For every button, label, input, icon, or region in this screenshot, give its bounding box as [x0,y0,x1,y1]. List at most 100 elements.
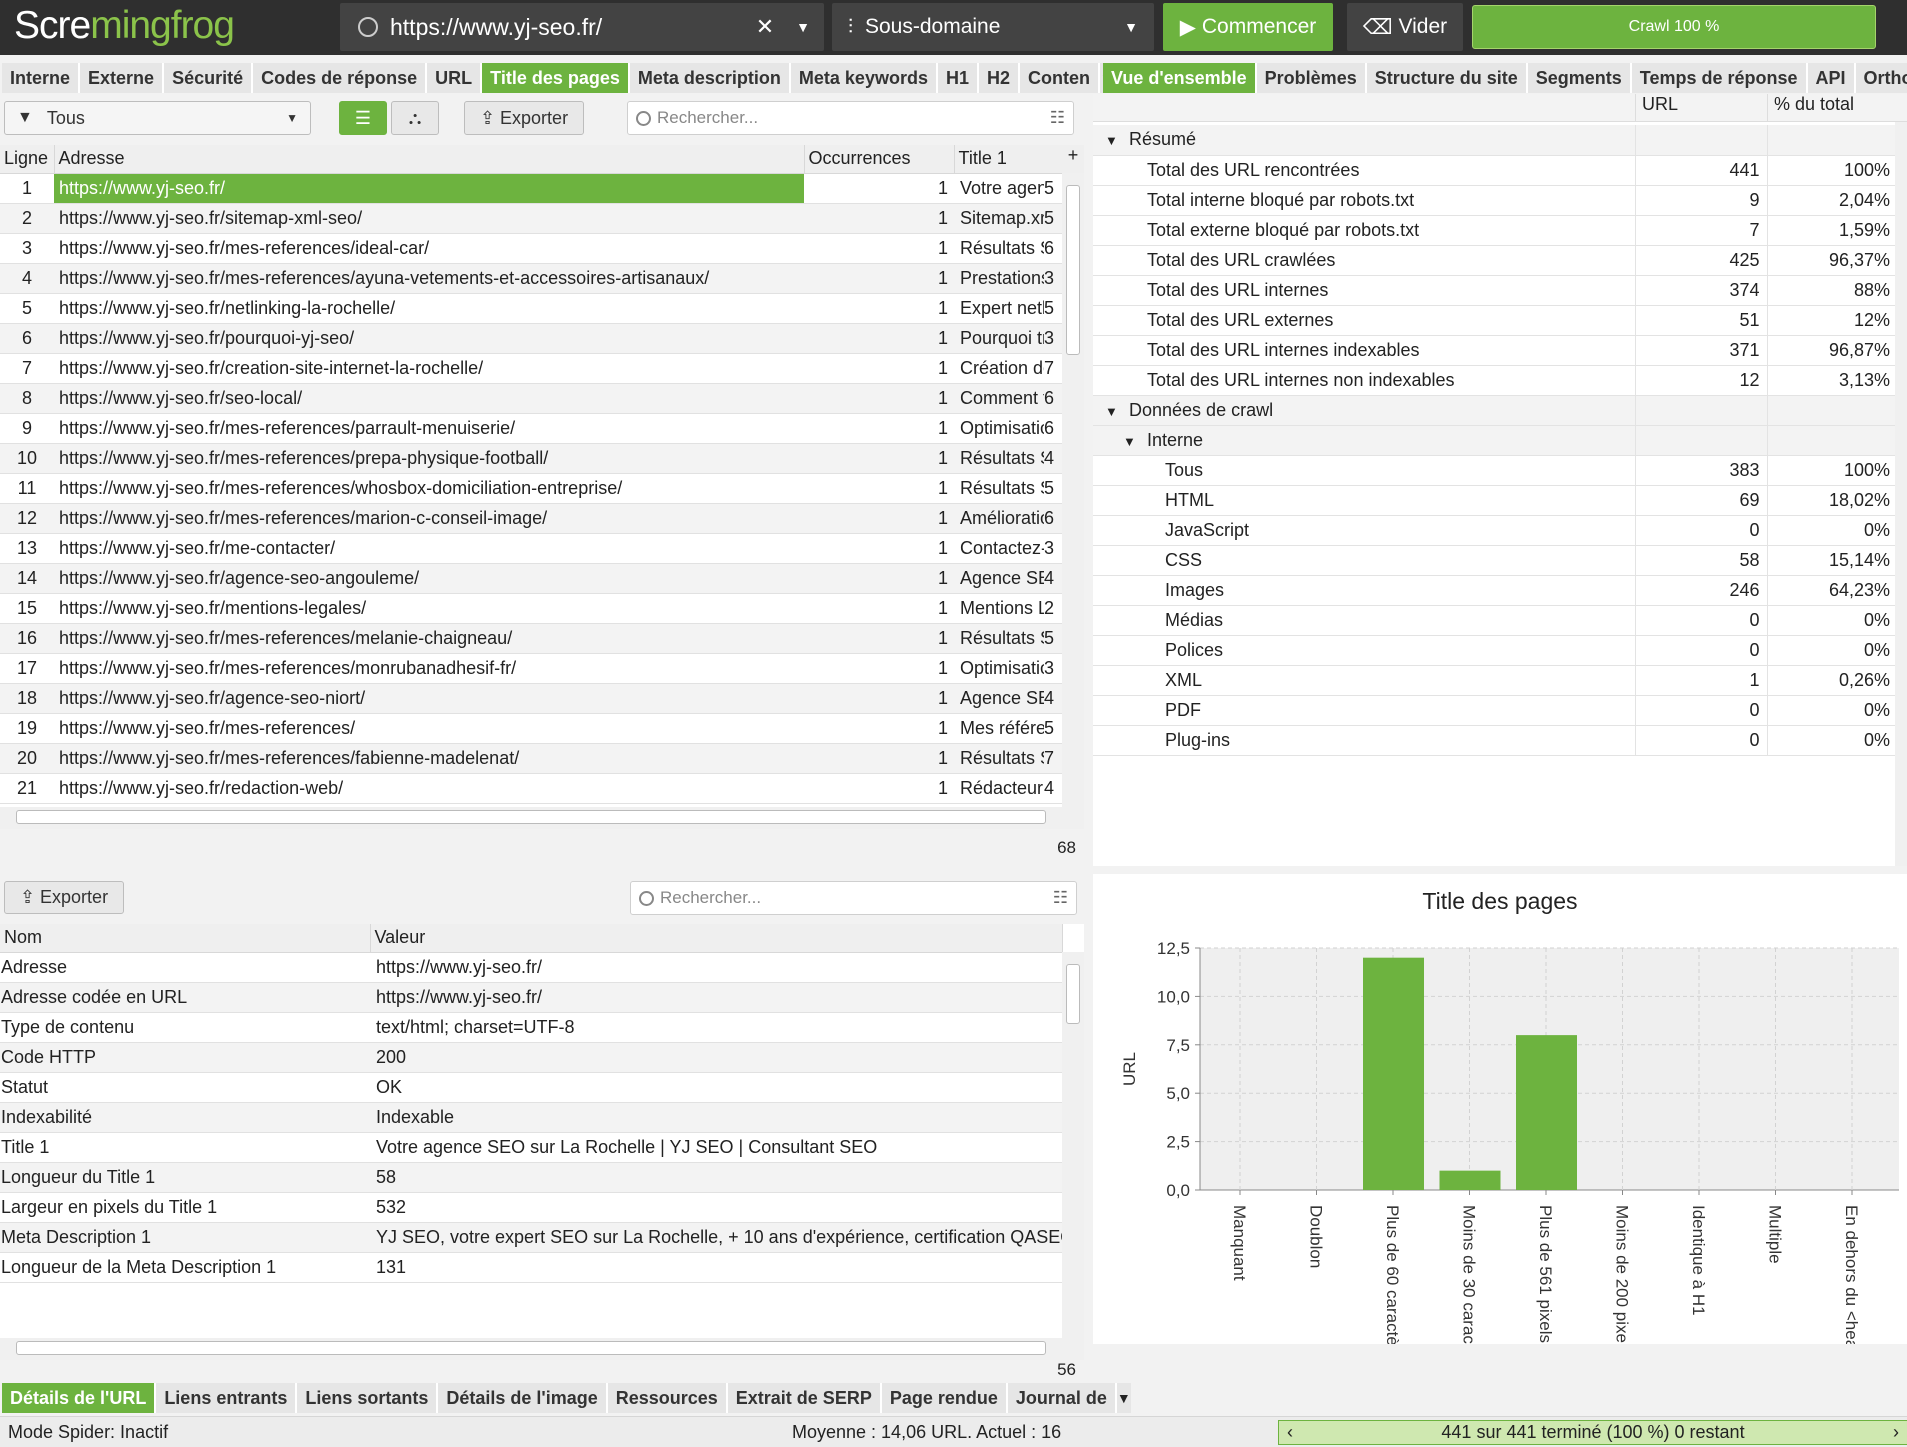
tab-segments[interactable]: Segments [1527,63,1632,93]
tab-codes-de-reponse[interactable]: Codes de réponse [253,63,428,93]
overview-row[interactable]: Total des URL internes 374 88% [1093,275,1897,306]
overview-row[interactable]: Médias 0 0% [1093,605,1897,636]
details-vertical-scrollbar[interactable] [1062,952,1084,1338]
tab-h1[interactable]: H1 [937,63,979,93]
column-header-occurrences[interactable]: Occurrences [804,145,955,174]
row-address[interactable]: https://www.yj-seo.fr/mes-references/ [54,713,804,744]
table-row[interactable]: 8 https://www.yj-seo.fr/seo-local/1 Commen… [0,383,1062,414]
row-address[interactable]: https://www.yj-seo.fr/mes-references/ide… [54,233,804,264]
bottom-tab-journal-de[interactable]: Journal de [1007,1383,1117,1413]
overview-row[interactable]: Tous 383 100% [1093,455,1897,486]
row-address[interactable]: https://www.yj-seo.fr/ [54,173,804,204]
row-address[interactable]: https://www.yj-seo.fr/creation-site-inte… [54,353,804,384]
table-row[interactable]: 11 https://www.yj-seo.fr/mes-references/w… [0,473,1062,504]
scrollbar-thumb[interactable] [16,1341,1046,1355]
search-settings-icon[interactable]: ☷ [1050,108,1065,128]
table-row[interactable]: 5 https://www.yj-seo.fr/netlinking-la-roc… [0,293,1062,324]
column-header-row-number[interactable]: Ligne [0,145,55,174]
export-button[interactable]: ⇪ Exporter [464,101,584,135]
row-address[interactable]: https://www.yj-seo.fr/mes-references/pre… [54,443,804,474]
overview-row[interactable]: Total des URL internes non indexables 12 3… [1093,365,1897,396]
overview-row[interactable]: Total interne bloqué par robots.txt 9 2,04… [1093,185,1897,216]
table-row[interactable]: 17 https://www.yj-seo.fr/mes-references/m… [0,653,1062,684]
table-row[interactable]: Code HTTP 200 [0,1042,1062,1073]
table-row[interactable]: 16 https://www.yj-seo.fr/mes-references/m… [0,623,1062,654]
overview-percent-header[interactable]: % du total [1767,94,1897,121]
row-address[interactable]: https://www.yj-seo.fr/mes-references/mon… [54,653,804,684]
tab-h2[interactable]: H2 [978,63,1020,93]
table-row[interactable]: Statut OK [0,1072,1062,1103]
tab-problemes[interactable]: Problèmes [1256,63,1367,93]
table-row[interactable]: Adresse codée en URL https://www.yj-seo.f… [0,982,1062,1013]
table-row[interactable]: 3 https://www.yj-seo.fr/mes-references/id… [0,233,1062,264]
row-address[interactable]: https://www.yj-seo.fr/mes-references/fab… [54,743,804,774]
overview-row[interactable]: CSS 58 15,14% [1093,545,1897,576]
table-row[interactable]: Largeur en pixels du Title 1 532 [0,1192,1062,1223]
filter-select[interactable]: ▼ Tous ▼ [4,101,311,135]
table-row[interactable]: 4 https://www.yj-seo.fr/mes-references/ay… [0,263,1062,294]
tab-interne[interactable]: Interne [2,63,81,93]
table-row[interactable]: 19 https://www.yj-seo.fr/mes-references/1… [0,713,1062,744]
row-address[interactable]: https://www.yj-seo.fr/mes-references/mel… [54,623,804,654]
list-view-button[interactable]: ☰ [339,101,387,135]
table-row[interactable]: Meta Description 1 YJ SEO, votre expert S… [0,1222,1062,1253]
table-row[interactable]: 21 https://www.yj-seo.fr/redaction-web/1 R… [0,773,1062,804]
scrollbar-thumb[interactable] [1066,964,1080,1024]
tab-vue-d-ensemble[interactable]: Vue d'ensemble [1103,63,1257,93]
table-row[interactable]: 9 https://www.yj-seo.fr/mes-references/pa… [0,413,1062,444]
tab-externe[interactable]: Externe [80,63,165,93]
tab-orthog[interactable]: Orthog [1855,63,1907,93]
overview-row[interactable]: Images 246 64,23% [1093,575,1897,606]
overview-row[interactable]: ▼ Données de crawl [1093,395,1897,426]
scrollbar-thumb[interactable] [16,810,1046,824]
overview-row[interactable]: ▼ Interne [1093,425,1897,456]
clear-button[interactable]: ⌫ Vider [1347,3,1463,51]
table-row[interactable]: 14 https://www.yj-seo.fr/agence-seo-angou… [0,563,1062,594]
chevron-right-icon[interactable]: › [1893,1422,1899,1443]
table-row[interactable]: 1https://www.yj-seo.fr/1Votre agence5 [0,173,1062,204]
tree-view-button[interactable]: ⛬ [391,101,439,135]
table-row[interactable]: Type de contenu text/html; charset=UTF-8 [0,1012,1062,1043]
table-row[interactable]: Longueur de la Meta Description 1 131 [0,1252,1062,1283]
tab-url[interactable]: URL [427,63,483,93]
search-settings-icon[interactable]: ☷ [1053,888,1068,908]
overview-row[interactable]: Total des URL externes 51 12% [1093,305,1897,336]
tab-securite[interactable]: Sécurité [164,63,254,93]
overview-row[interactable]: JavaScript 0 0% [1093,515,1897,546]
overview-row[interactable]: XML 1 0,26% [1093,665,1897,696]
table-row[interactable]: Adresse https://www.yj-seo.fr/ [0,952,1062,983]
row-address[interactable]: https://www.yj-seo.fr/mes-references/par… [54,413,804,444]
table-row[interactable]: Indexabilité Indexable [0,1102,1062,1133]
table-row[interactable]: 20 https://www.yj-seo.fr/mes-references/f… [0,743,1062,774]
tab-title-des-pages[interactable]: Title des pages [482,63,630,93]
bottom-tab-page-rendue[interactable]: Page rendue [881,1383,1008,1413]
crawl-mode-select[interactable]: ⫶ Sous-domaine ▼ [832,3,1154,51]
url-input[interactable]: https://www.yj-seo.fr/ ✕ ▼ [340,3,824,51]
row-address[interactable]: https://www.yj-seo.fr/redaction-web/ [54,773,804,804]
row-address[interactable]: https://www.yj-seo.fr/mes-references/who… [54,473,804,504]
expand-toggle-icon[interactable]: ▼ [1105,404,1129,419]
bottom-tab-details-de-l-url[interactable]: Détails de l'URL [2,1383,157,1413]
table-row[interactable]: 7 https://www.yj-seo.fr/creation-site-int… [0,353,1062,384]
overview-row[interactable]: Total des URL rencontrées 441 100% [1093,155,1897,186]
tab-structure-du-site[interactable]: Structure du site [1366,63,1528,93]
overview-row[interactable]: Plug-ins 0 0% [1093,725,1897,756]
bottom-tab-extrait-de-serp[interactable]: Extrait de SERP [727,1383,882,1413]
column-header-value[interactable]: Valeur [370,924,1063,953]
table-row[interactable]: 12 https://www.yj-seo.fr/mes-references/m… [0,503,1062,534]
row-address[interactable]: https://www.yj-seo.fr/sitemap-xml-seo/ [54,203,804,234]
row-address[interactable]: https://www.yj-seo.fr/seo-local/ [54,383,804,414]
table-row[interactable]: 15 https://www.yj-seo.fr/mentions-legales… [0,593,1062,624]
bottom-tab-ressources[interactable]: Ressources [607,1383,728,1413]
overview-url-header[interactable]: URL [1635,94,1767,121]
table-row[interactable]: Title 1 Votre agence SEO sur La Rochelle … [0,1132,1062,1163]
clear-url-icon[interactable]: ✕ [756,14,774,40]
overview-row[interactable]: Total des URL internes indexables 371 96,8… [1093,335,1897,366]
row-address[interactable]: https://www.yj-seo.fr/agence-seo-niort/ [54,683,804,714]
tab-temps-de-reponse[interactable]: Temps de réponse [1631,63,1808,93]
row-address[interactable]: https://www.yj-seo.fr/me-contacter/ [54,533,804,564]
tab-overflow-dropdown-icon[interactable]: ▼ [1116,1383,1131,1413]
tab-api[interactable]: API [1807,63,1856,93]
expand-toggle-icon[interactable]: ▼ [1105,133,1129,148]
table-row[interactable]: 10 https://www.yj-seo.fr/mes-references/p… [0,443,1062,474]
